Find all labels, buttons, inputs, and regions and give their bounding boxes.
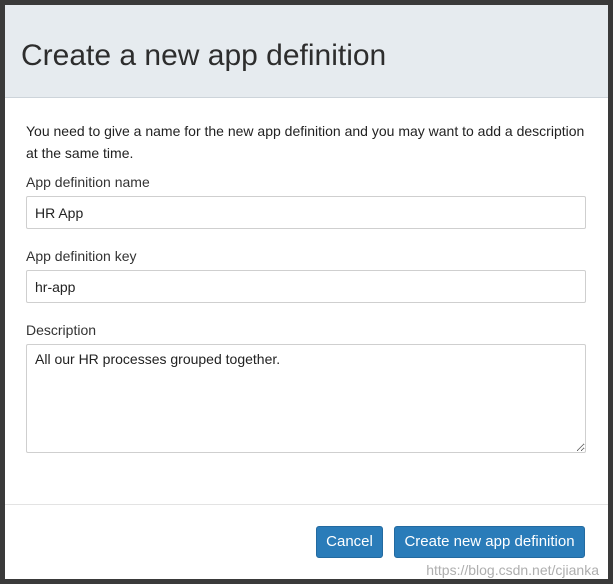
app-name-label: App definition name [26,174,150,190]
description-label: Description [26,322,97,338]
watermark-text: https://blog.csdn.net/cjianka [426,562,599,578]
dialog-header: Create a new app definition [5,5,608,98]
create-app-dialog: Create a new app definition You need to … [5,5,608,579]
cancel-button[interactable]: Cancel [316,526,383,558]
intro-text: You need to give a name for the new app … [26,123,585,161]
app-key-label: App definition key [26,248,137,264]
app-key-input[interactable] [26,270,586,303]
dialog-title: Create a new app definition [21,39,387,72]
description-textarea[interactable]: All our HR processes grouped together. [26,344,586,453]
create-app-button[interactable]: Create new app definition [394,526,585,558]
dialog-body: You need to give a name for the new app … [5,98,608,505]
app-name-input[interactable] [26,196,586,229]
